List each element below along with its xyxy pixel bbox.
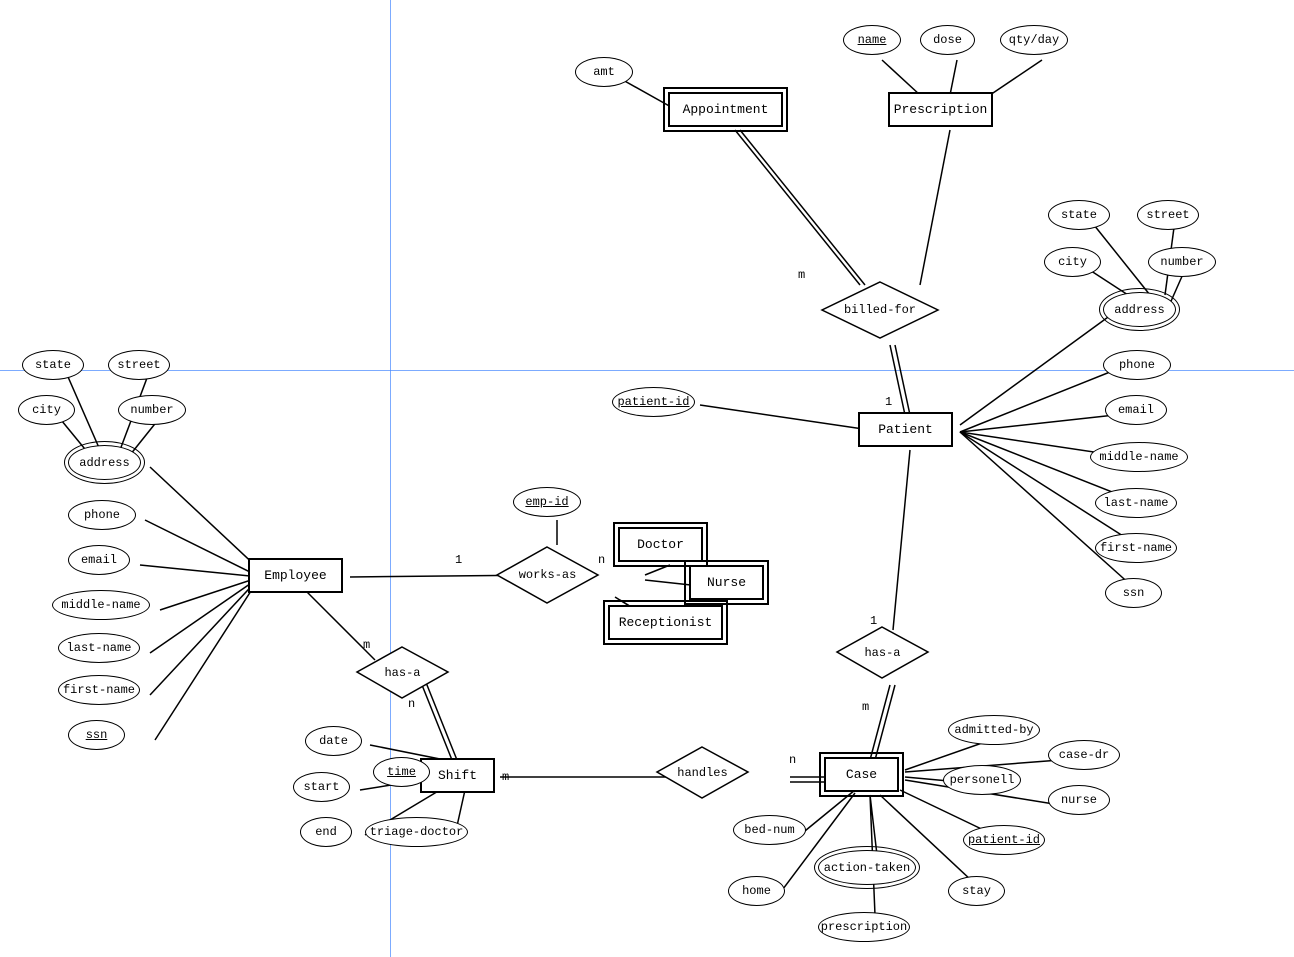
entity-receptionist: Receptionist: [608, 605, 723, 640]
label-m-billedfor: m: [798, 268, 805, 282]
entity-patient: Patient: [858, 412, 953, 447]
ellipse-pat-street: street: [1137, 200, 1199, 230]
guide-horizontal: [0, 370, 1294, 371]
ellipse-case-admittedby: admitted-by: [948, 715, 1040, 745]
ellipse-pat-lastname: last-name: [1095, 488, 1177, 518]
ellipse-emp-middlename: middle-name: [52, 590, 150, 620]
ellipse-emp-firstname: first-name: [58, 675, 140, 705]
diamond-emp-hasa: has-a: [355, 645, 450, 700]
ellipse-pres-name: name: [843, 25, 901, 55]
label-m-hasa-emp: m: [363, 638, 370, 652]
ellipse-amt: amt: [575, 57, 633, 87]
ellipse-case-home: home: [728, 876, 785, 906]
diamond-billed-for: billed-for: [820, 280, 940, 340]
entity-appointment: Appointment: [668, 92, 783, 127]
label-1-worksa: 1: [455, 553, 462, 567]
ellipse-pres-qty: qty/day: [1000, 25, 1068, 55]
entity-prescription: Prescription: [888, 92, 993, 127]
diamond-pat-hasa: has-a: [835, 625, 930, 680]
ellipse-patient-id-top: patient-id: [612, 387, 695, 417]
entity-case: Case: [824, 757, 899, 792]
ellipse-shift-triage: triage-doctor: [365, 817, 468, 847]
ellipse-emp-number: number: [118, 395, 186, 425]
ellipse-shift-end: end: [300, 817, 352, 847]
label-n-handles: n: [789, 753, 796, 767]
label-n-worksa: n: [598, 553, 605, 567]
ellipse-case-patientid: patient-id: [963, 825, 1045, 855]
guide-vertical: [390, 0, 391, 957]
ellipse-pat-email: email: [1105, 395, 1167, 425]
ellipse-pat-state: state: [1048, 200, 1110, 230]
ellipse-pat-middlename: middle-name: [1090, 442, 1188, 472]
ellipse-case-prescription: prescription: [818, 912, 910, 942]
label-m-handles: m: [502, 770, 509, 784]
entity-nurse: Nurse: [689, 565, 764, 600]
ellipse-shift-start: start: [293, 772, 350, 802]
entity-employee: Employee: [248, 558, 343, 593]
label-n-hasa-emp: n: [408, 697, 415, 711]
ellipse-emp-lastname: last-name: [58, 633, 140, 663]
ellipse-case-stay: stay: [948, 876, 1005, 906]
entity-doctor: Doctor: [618, 527, 703, 562]
label-1-hasa-pat: 1: [870, 614, 877, 628]
ellipse-shift-time: time: [373, 757, 430, 787]
ellipse-emp-address: address: [68, 445, 141, 480]
label-1-billedfor: 1: [885, 395, 892, 409]
ellipse-emp-ssn: ssn: [68, 720, 125, 750]
ellipse-shift-date: date: [305, 726, 362, 756]
er-connections: [0, 0, 1294, 957]
ellipse-case-casedr: case-dr: [1048, 740, 1120, 770]
ellipse-case-nurse: nurse: [1048, 785, 1110, 815]
ellipse-emp-city: city: [18, 395, 75, 425]
ellipse-pat-address: address: [1103, 292, 1176, 327]
ellipse-case-personell: personell: [943, 765, 1021, 795]
label-m-hasa-pat: m: [862, 700, 869, 714]
diamond-works-as: works-as: [495, 545, 600, 605]
ellipse-pat-number: number: [1148, 247, 1216, 277]
ellipse-pat-ssn: ssn: [1105, 578, 1162, 608]
ellipse-pres-dose: dose: [920, 25, 975, 55]
ellipse-case-actiontaken: action-taken: [818, 850, 916, 885]
entity-shift: Shift: [420, 758, 495, 793]
er-diagram-canvas: Appointment Prescription Patient Employe…: [0, 0, 1294, 957]
ellipse-pat-city: city: [1044, 247, 1101, 277]
diamond-handles: handles: [655, 745, 750, 800]
ellipse-pat-firstname: first-name: [1095, 533, 1177, 563]
ellipse-pat-phone: phone: [1103, 350, 1171, 380]
ellipse-emp-id: emp-id: [513, 487, 581, 517]
ellipse-emp-state: state: [22, 350, 84, 380]
ellipse-case-bednum: bed-num: [733, 815, 806, 845]
ellipse-emp-street: street: [108, 350, 170, 380]
ellipse-emp-phone: phone: [68, 500, 136, 530]
ellipse-emp-email: email: [68, 545, 130, 575]
